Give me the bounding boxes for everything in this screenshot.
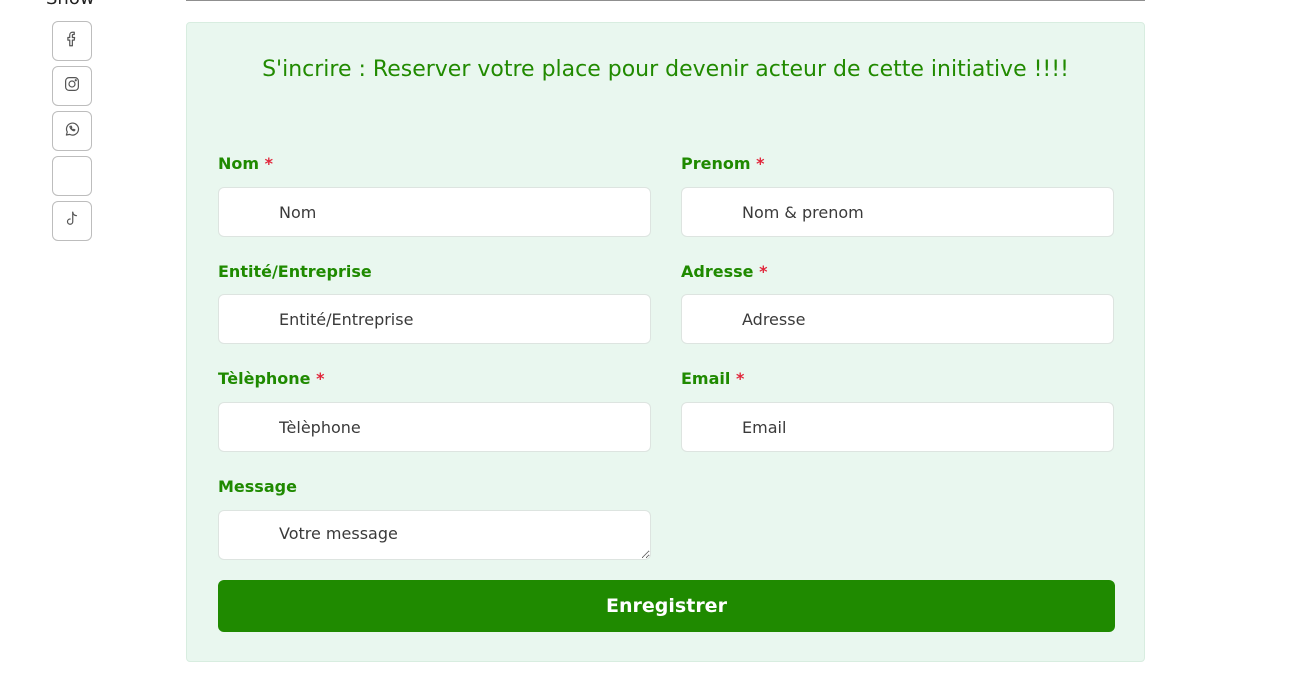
top-divider xyxy=(186,0,1145,2)
instagram-icon xyxy=(63,75,81,97)
share-button-empty[interactable] xyxy=(52,156,92,196)
required-mark: * xyxy=(264,154,274,173)
whatsapp-share-button[interactable] xyxy=(52,111,92,151)
nom-label-text: Nom xyxy=(218,154,260,173)
required-mark: * xyxy=(735,369,745,388)
tiktok-icon xyxy=(63,210,81,232)
telephone-label-text: Tèlèphone xyxy=(218,369,311,388)
prenom-label-text: Prenom xyxy=(681,154,751,173)
adresse-input[interactable] xyxy=(681,294,1114,344)
entite-label: Entité/Entreprise xyxy=(218,262,372,281)
submit-button[interactable]: Enregistrer xyxy=(218,580,1115,632)
share-label: Show xyxy=(46,0,95,9)
entite-label-text: Entité/Entreprise xyxy=(218,262,372,281)
tiktok-share-button[interactable] xyxy=(52,201,92,241)
message-textarea[interactable] xyxy=(218,510,651,560)
email-input[interactable] xyxy=(681,402,1114,452)
adresse-label: Adresse * xyxy=(681,262,767,281)
required-mark: * xyxy=(759,262,768,281)
email-label: Email * xyxy=(681,369,744,388)
message-label-text: Message xyxy=(218,477,297,496)
adresse-label-text: Adresse xyxy=(681,262,754,281)
prenom-label: Prenom * xyxy=(681,154,764,173)
email-label-text: Email xyxy=(681,369,731,388)
nom-label: Nom * xyxy=(218,154,273,173)
registration-form-card: S'incrire : Reserver votre place pour de… xyxy=(186,22,1145,662)
instagram-share-button[interactable] xyxy=(52,66,92,106)
whatsapp-icon xyxy=(63,120,81,142)
telephone-label: Tèlèphone * xyxy=(218,369,324,388)
required-mark: * xyxy=(756,154,765,173)
telephone-input[interactable] xyxy=(218,402,651,452)
social-share-column xyxy=(52,21,92,246)
nom-input[interactable] xyxy=(218,187,651,237)
form-title: S'incrire : Reserver votre place pour de… xyxy=(262,57,1069,82)
facebook-icon xyxy=(63,30,81,52)
prenom-input[interactable] xyxy=(681,187,1114,237)
facebook-share-button[interactable] xyxy=(52,21,92,61)
entite-input[interactable] xyxy=(218,294,651,344)
required-mark: * xyxy=(316,369,325,388)
message-label: Message xyxy=(218,477,297,496)
